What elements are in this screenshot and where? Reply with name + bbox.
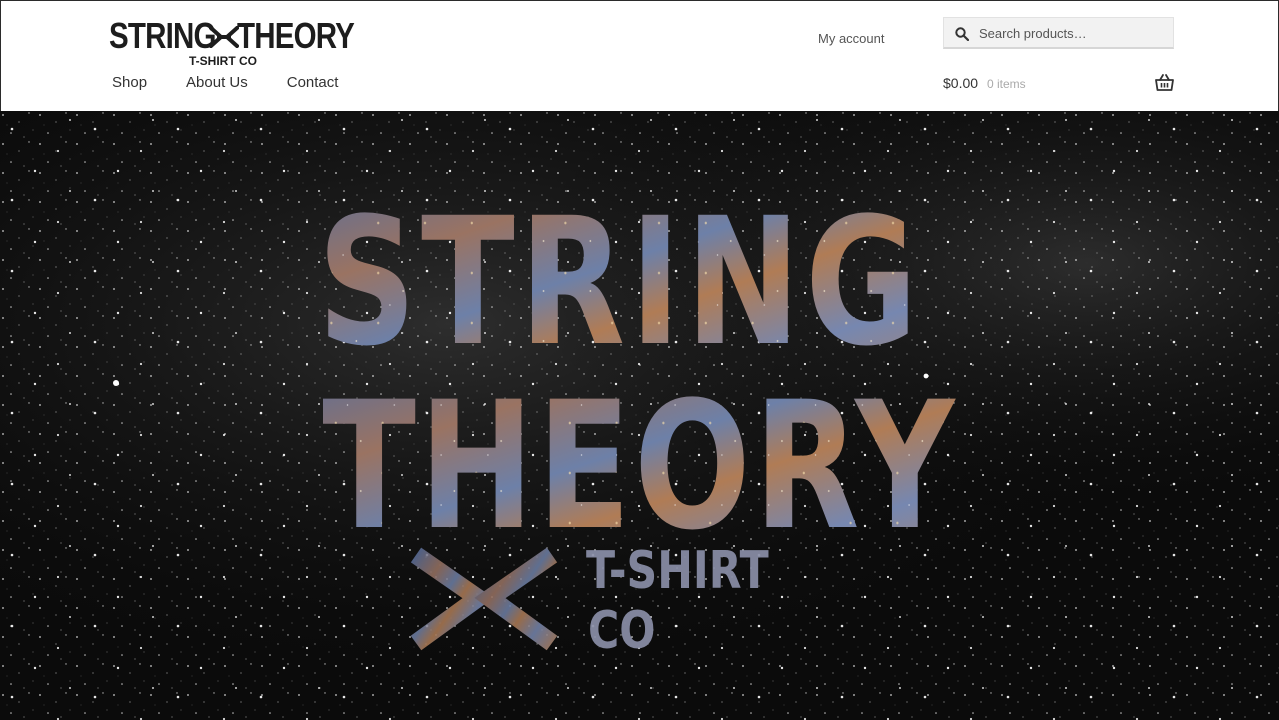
my-account-link[interactable]: My account bbox=[818, 31, 884, 46]
site-logo[interactable]: STRING THEORY T-SHIRT CO bbox=[109, 15, 355, 69]
logo-subtitle: T-SHIRT CO bbox=[189, 54, 257, 68]
product-search bbox=[943, 17, 1174, 49]
hero-tagline-1: T-SHIRT bbox=[586, 541, 769, 601]
primary-nav: Shop About Us Contact bbox=[112, 74, 377, 91]
logo-word-string: STRING bbox=[109, 15, 216, 56]
hero-title-line1-sparkle: STRING bbox=[318, 180, 923, 385]
hero-title-line2-sparkle: THEORY bbox=[322, 364, 957, 569]
hero-artwork: STRING STRING THEORY THEORY T-SHIRT CO bbox=[0, 111, 1279, 720]
cart-amount: $0.00 bbox=[943, 75, 979, 91]
mini-cart[interactable]: $0.00 0 items bbox=[943, 74, 1174, 95]
hero-tagline-2: CO bbox=[588, 601, 656, 661]
basket-icon[interactable] bbox=[1155, 74, 1174, 92]
string-cross-icon bbox=[209, 26, 239, 48]
logo-word-theory: THEORY bbox=[237, 15, 355, 56]
search-icon[interactable] bbox=[955, 27, 969, 41]
nav-item-shop[interactable]: Shop bbox=[112, 74, 147, 91]
nav-item-about-us[interactable]: About Us bbox=[186, 74, 248, 91]
site-header: STRING THEORY T-SHIRT CO Shop About Us C… bbox=[0, 0, 1279, 111]
nav-item-contact[interactable]: Contact bbox=[287, 74, 339, 91]
search-input[interactable] bbox=[979, 18, 1169, 48]
hero-banner: STRING STRING THEORY THEORY T-SHIRT CO bbox=[0, 111, 1279, 720]
cart-count: 0 items bbox=[987, 77, 1026, 91]
